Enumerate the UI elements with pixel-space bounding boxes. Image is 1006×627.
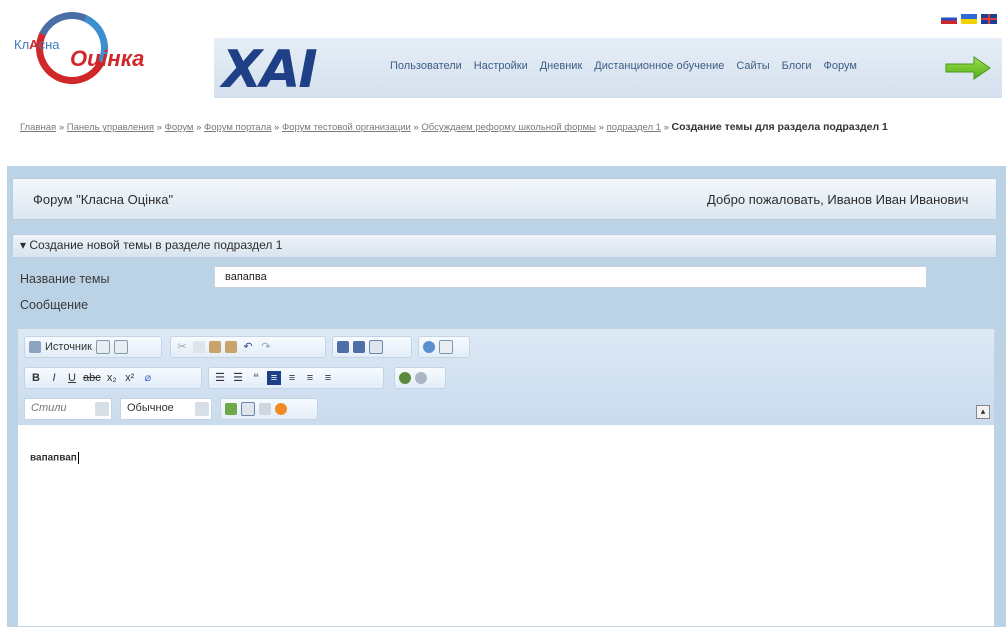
- logo-small-text: КлАсна: [14, 37, 60, 52]
- topic-label: Название темы: [20, 272, 110, 286]
- breadcrumb-separator: »: [58, 122, 65, 133]
- topic-title-input[interactable]: [214, 266, 927, 288]
- bold-icon[interactable]: B: [29, 371, 43, 385]
- welcome-text: Добро пожаловать, Иванов Иван Иванович: [707, 192, 969, 207]
- language-flags: [941, 14, 997, 24]
- nav-item-forum[interactable]: Форум: [824, 60, 857, 72]
- remove-format-icon[interactable]: ⌀: [141, 371, 155, 385]
- toolbar-group-document: Источник: [24, 336, 162, 358]
- subscript-icon[interactable]: x₂: [105, 371, 119, 385]
- image-icon[interactable]: [225, 403, 237, 415]
- bulleted-list-icon[interactable]: ☰: [231, 371, 245, 385]
- breadcrumb-separator: »: [598, 122, 604, 133]
- preview-icon[interactable]: [95, 340, 110, 354]
- site-logo[interactable]: КлАсна Оцінка: [10, 1, 175, 96]
- horizontal-rule-icon[interactable]: [259, 403, 271, 415]
- toolbar-group-find: [332, 336, 412, 358]
- align-right-icon[interactable]: ≡: [303, 371, 317, 385]
- forum-title: Форум "Класна Оцінка": [33, 192, 174, 207]
- superscript-icon[interactable]: x²: [123, 371, 137, 385]
- strikethrough-icon[interactable]: abc: [83, 371, 101, 385]
- underline-icon[interactable]: U: [65, 371, 79, 385]
- table-icon[interactable]: [241, 402, 255, 416]
- toolbar-group-insert: [220, 398, 318, 420]
- chevron-down-icon: [195, 402, 209, 416]
- align-center-icon[interactable]: ≡: [285, 371, 299, 385]
- unlink-icon[interactable]: [415, 372, 427, 384]
- breadcrumb-link-portal-forum[interactable]: Форум портала: [204, 122, 271, 133]
- replace-icon[interactable]: [353, 341, 365, 353]
- toolbar-group-clipboard: ✂ ↶ ↷: [170, 336, 326, 358]
- format-select-value: Обычное: [127, 402, 174, 414]
- logo-main-text: Оцінка: [70, 46, 145, 71]
- text-caret: [77, 452, 79, 464]
- paste-icon[interactable]: [209, 341, 221, 353]
- next-arrow-icon[interactable]: [944, 56, 992, 80]
- breadcrumb-link-home[interactable]: Главная: [20, 122, 56, 133]
- toolbar-group-tools: [418, 336, 470, 358]
- styles-select-value: Стили: [31, 402, 67, 414]
- breadcrumb: Главная » Панель управления » Форум » Фо…: [20, 117, 980, 138]
- source-icon: [29, 341, 41, 353]
- nav-item-distance-learning[interactable]: Дистанционное обучение: [594, 60, 724, 72]
- smiley-icon[interactable]: [275, 403, 287, 415]
- format-select[interactable]: Обычное: [120, 398, 212, 420]
- cut-icon[interactable]: ✂: [175, 340, 189, 354]
- nav-item-diary[interactable]: Дневник: [540, 60, 583, 72]
- undo-icon[interactable]: ↶: [241, 340, 255, 354]
- breadcrumb-separator: »: [413, 122, 419, 133]
- blockquote-icon[interactable]: ❝: [249, 371, 263, 385]
- flag-gb-icon[interactable]: [981, 14, 997, 24]
- toolbar-group-paragraph: ☰ ☰ ❝ ≡ ≡ ≡ ≡: [208, 367, 384, 389]
- breadcrumb-link-forum[interactable]: Форум: [165, 122, 194, 133]
- templates-icon[interactable]: [113, 340, 128, 354]
- chevron-down-icon: [95, 402, 109, 416]
- paste-word-icon[interactable]: [225, 341, 237, 353]
- flag-ru-icon[interactable]: [941, 14, 957, 24]
- nav-item-settings[interactable]: Настройки: [474, 60, 528, 72]
- find-icon[interactable]: [337, 341, 349, 353]
- align-justify-icon[interactable]: ≡: [321, 371, 335, 385]
- editor-text: вапапвап: [30, 452, 77, 464]
- breadcrumb-link-subsection-1[interactable]: подраздел 1: [607, 122, 661, 133]
- breadcrumb-separator: »: [274, 122, 280, 133]
- italic-icon[interactable]: I: [47, 371, 61, 385]
- breadcrumb-separator: »: [196, 122, 202, 133]
- message-label: Сообщение: [20, 298, 89, 312]
- maximize-icon[interactable]: [423, 341, 435, 353]
- source-button[interactable]: Источник: [45, 340, 92, 354]
- collapse-toolbar-button[interactable]: ▴: [976, 405, 990, 419]
- styles-select[interactable]: Стили: [24, 398, 112, 420]
- show-blocks-icon[interactable]: [439, 340, 453, 354]
- xai-logo: ХАІ: [222, 40, 318, 100]
- numbered-list-icon[interactable]: ☰: [213, 371, 227, 385]
- breadcrumb-link-control-panel[interactable]: Панель управления: [67, 122, 154, 133]
- breadcrumb-link-uniform-reform[interactable]: Обсуждаем реформу школьной формы: [421, 122, 596, 133]
- nav-item-blogs[interactable]: Блоги: [782, 60, 812, 72]
- breadcrumb-separator: »: [663, 122, 669, 133]
- link-icon[interactable]: [399, 372, 411, 384]
- section-title: ▾ Создание новой темы в разделе подразде…: [20, 238, 283, 252]
- flag-ua-icon[interactable]: [961, 14, 977, 24]
- align-left-icon[interactable]: ≡: [267, 371, 281, 385]
- breadcrumb-separator: »: [156, 122, 162, 133]
- top-navigation: Пользователи Настройки Дневник Дистанцио…: [390, 60, 857, 72]
- nav-item-users[interactable]: Пользователи: [390, 60, 462, 72]
- copy-icon[interactable]: [193, 341, 205, 353]
- toolbar-group-links: [394, 367, 446, 389]
- breadcrumb-link-test-org-forum[interactable]: Форум тестовой организации: [282, 122, 411, 133]
- toolbar-group-basic-styles: B I U abc x₂ x² ⌀: [24, 367, 202, 389]
- editor-content[interactable]: вапапвап: [30, 452, 79, 464]
- redo-icon[interactable]: ↷: [259, 340, 273, 354]
- select-all-icon[interactable]: [369, 340, 383, 354]
- breadcrumb-current: Создание темы для раздела подраздел 1: [671, 121, 888, 133]
- nav-item-sites[interactable]: Сайты: [736, 60, 769, 72]
